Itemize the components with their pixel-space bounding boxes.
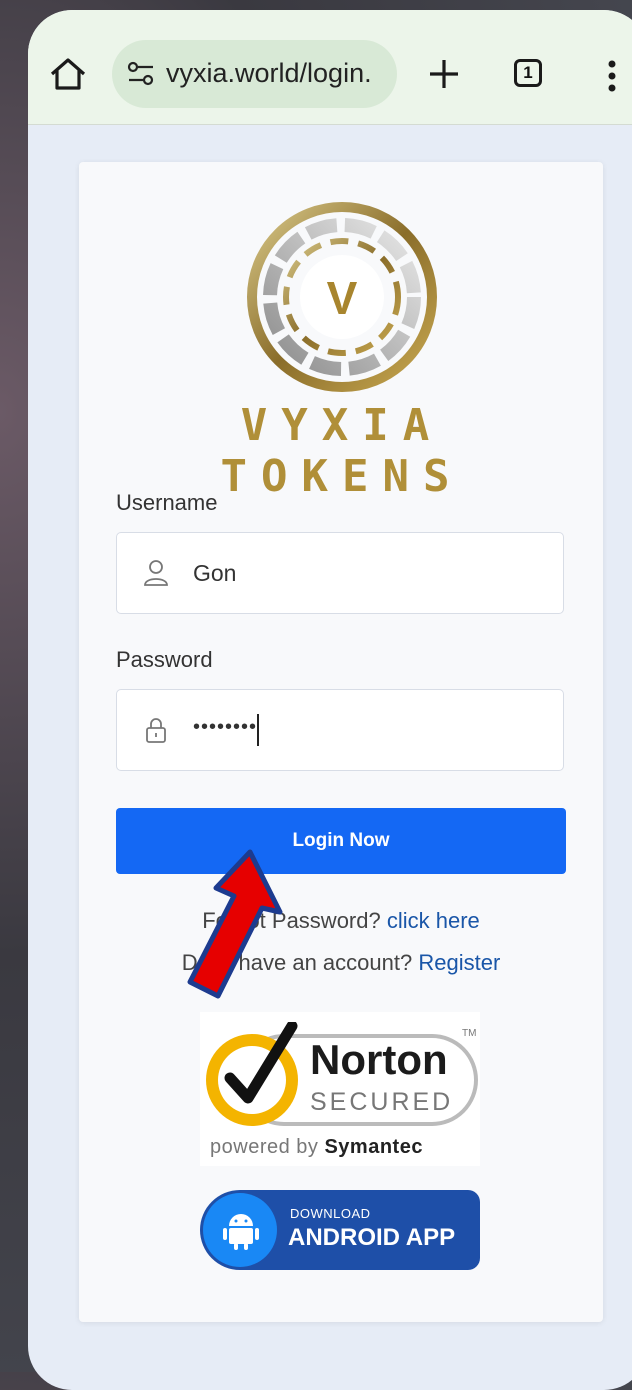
tab-switcher-button[interactable]: 1 <box>514 59 542 87</box>
address-bar[interactable]: vyxia.world/login. <box>112 40 397 108</box>
vyxia-logo-emblem: V <box>247 202 437 392</box>
new-tab-icon[interactable] <box>424 54 464 94</box>
norton-secured-text: SECURED <box>310 1088 454 1116</box>
register-link[interactable]: Register <box>418 950 500 975</box>
lock-icon <box>146 718 166 743</box>
norton-secured-badge[interactable]: Norton SECURED TM powered by Symantec <box>200 1012 480 1166</box>
red-annotation-arrow <box>187 849 283 999</box>
forgot-password-link[interactable]: click here <box>387 908 480 933</box>
text-cursor <box>257 714 259 746</box>
android-badge-big-text: ANDROID APP <box>288 1224 456 1251</box>
login-card: V VYXIA TOKENS Username Gon Password •••… <box>79 162 603 1322</box>
browser-toolbar: vyxia.world/login. 1 <box>28 10 632 125</box>
username-label: Username <box>116 490 218 515</box>
more-menu-icon[interactable] <box>604 56 620 96</box>
symantec-text: Symantec <box>324 1136 423 1158</box>
norton-powered-by: powered by Symantec <box>210 1136 423 1159</box>
url-text: vyxia.world/login. <box>166 58 372 88</box>
username-field[interactable]: Gon <box>116 532 564 614</box>
password-label: Password <box>116 647 213 672</box>
forgot-password-line: Forgot Password? click here <box>79 908 603 934</box>
site-settings-icon[interactable] <box>126 60 156 88</box>
password-value: •••••••• <box>193 716 258 738</box>
svg-text:V: V <box>327 272 358 324</box>
home-icon[interactable] <box>46 54 90 94</box>
android-icon <box>223 1214 259 1250</box>
android-badge-small-text: DOWNLOAD <box>290 1206 371 1221</box>
download-android-app-button[interactable]: DOWNLOAD ANDROID APP <box>200 1190 480 1270</box>
brand-name: VYXIA TOKENS <box>220 400 464 502</box>
register-line: Don't have an account? Register <box>79 950 603 976</box>
username-value: Gon <box>193 560 237 586</box>
powered-by-text: powered by <box>210 1136 319 1158</box>
user-icon <box>144 560 168 586</box>
trademark-mark: TM <box>462 1028 477 1039</box>
phone-screen: vyxia.world/login. 1 V VYXIA TOKENS User… <box>28 10 632 1390</box>
norton-word: Norton <box>310 1036 448 1083</box>
password-field[interactable]: •••••••• <box>116 689 564 771</box>
